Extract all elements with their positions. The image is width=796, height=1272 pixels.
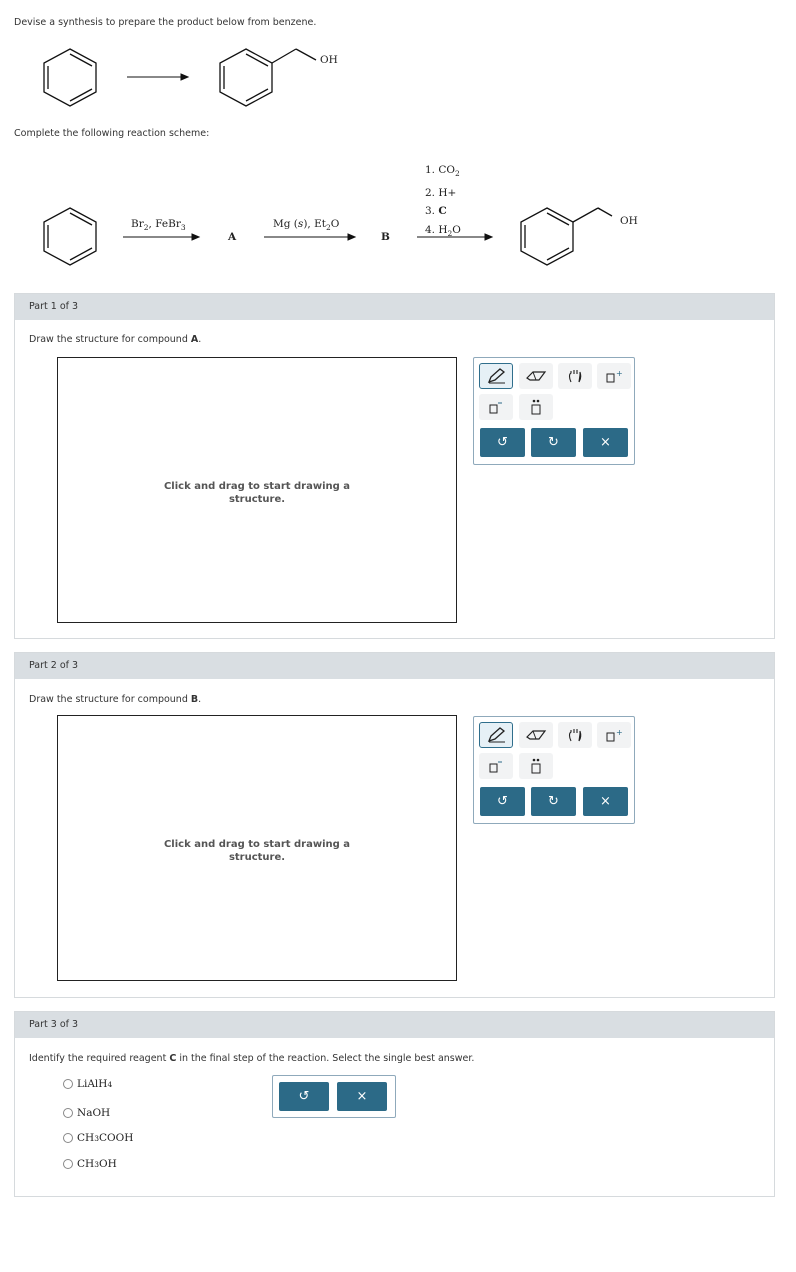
undo-icon: ↺ [497, 794, 508, 809]
step-3: 3. C [425, 205, 447, 217]
clear-button[interactable]: × [337, 1082, 387, 1111]
redo-button[interactable]: ↻ [531, 428, 576, 457]
step-4: 4. H2O [425, 223, 461, 238]
option-naoh[interactable]: NaOH [63, 1107, 110, 1119]
undo-button[interactable]: ↺ [279, 1082, 329, 1111]
eraser-icon [526, 730, 547, 740]
close-icon: × [600, 435, 611, 450]
scheme-instruction: Complete the following reaction scheme: [14, 128, 210, 139]
canvas-hint: Click and drag to start drawing a struct… [163, 839, 351, 863]
undo-icon: ↺ [497, 435, 508, 450]
undo-icon: ↺ [298, 1089, 310, 1104]
option-ch3oh[interactable]: CH 3 OH [63, 1158, 117, 1170]
minus-charge-icon [489, 402, 502, 414]
part-3-header: Part 3 of 3 [15, 1012, 774, 1038]
close-icon: × [356, 1089, 368, 1104]
hand-tool-button[interactable] [558, 722, 592, 748]
lone-pair-button[interactable] [519, 394, 553, 420]
redo-button[interactable]: ↻ [531, 787, 576, 816]
positive-charge-button[interactable]: + [597, 363, 631, 389]
minus-charge-icon [489, 761, 502, 773]
reagent-2: Mg (s), Et2O [273, 218, 340, 232]
drawing-canvas-a[interactable]: Click and drag to start drawing a struct… [57, 357, 457, 623]
scheme-product-oh: OH [620, 215, 638, 227]
part-2-panel: Part 2 of 3 Draw the structure for compo… [14, 652, 775, 998]
radio-button[interactable] [63, 1079, 73, 1089]
part-3-instruction: Identify the required reagent C in the f… [29, 1053, 475, 1064]
part-2-instruction: Draw the structure for compound B. [29, 694, 202, 705]
positive-charge-button[interactable]: + [597, 722, 631, 748]
question-prompt: Devise a synthesis to prepare the produc… [14, 17, 317, 28]
eraser-tool-button[interactable] [519, 363, 553, 389]
option-ch3cooh[interactable]: CH 3 COOH [63, 1132, 133, 1144]
hand-icon [568, 370, 582, 383]
product-tail-bond [597, 207, 613, 217]
lone-pair-button[interactable] [519, 753, 553, 779]
part-2-header: Part 2 of 3 [15, 653, 774, 679]
answer-toolbar: ↺ × [272, 1075, 396, 1118]
benzene-structure [43, 48, 97, 107]
svg-text:+: + [616, 728, 623, 737]
close-icon: × [600, 794, 611, 809]
undo-button[interactable]: ↺ [480, 787, 525, 816]
lone-pair-icon [531, 399, 541, 415]
eraser-tool-button[interactable] [519, 722, 553, 748]
option-lialh4[interactable]: LiAlH 4 [63, 1078, 112, 1090]
radio-button[interactable] [63, 1108, 73, 1118]
drawing-canvas-b[interactable]: Click and drag to start drawing a struct… [57, 715, 457, 981]
pencil-tool-button[interactable] [479, 363, 513, 389]
undo-button[interactable]: ↺ [480, 428, 525, 457]
negative-charge-button[interactable] [479, 753, 513, 779]
redo-icon: ↻ [548, 794, 559, 809]
plus-charge-icon: + [606, 369, 623, 383]
hand-icon [568, 729, 582, 742]
clear-button[interactable]: × [583, 787, 628, 816]
redo-icon: ↻ [548, 435, 559, 450]
product-oh-label: OH [320, 54, 338, 66]
reagent-1: Br2, FeBr3 [131, 218, 186, 232]
pencil-icon [487, 727, 506, 743]
canvas-hint: Click and drag to start drawing a struct… [163, 481, 351, 505]
plus-charge-icon: + [606, 728, 623, 742]
arrow [127, 73, 190, 81]
radio-button[interactable] [63, 1133, 73, 1143]
hand-tool-button[interactable] [558, 363, 592, 389]
pencil-icon [487, 368, 506, 384]
step-2: 2. H+ [425, 186, 457, 199]
radio-button[interactable] [63, 1159, 73, 1169]
step-1: 1. CO2 [425, 164, 460, 178]
product-structure [520, 207, 599, 266]
svg-text:+: + [616, 369, 623, 378]
compound-b-label: B [381, 231, 390, 243]
pencil-tool-button[interactable] [479, 722, 513, 748]
part-1-instruction: Draw the structure for compound A. [29, 334, 202, 345]
clear-button[interactable]: × [583, 428, 628, 457]
part-3-panel: Part 3 of 3 Identify the required reagen… [14, 1011, 775, 1197]
benzene-structure [43, 207, 97, 266]
drawing-toolbar-a: + ↺ ↻ × [473, 357, 635, 465]
negative-charge-button[interactable] [479, 394, 513, 420]
compound-a-label: A [228, 231, 237, 243]
part-1-panel: Part 1 of 3 Draw the structure for compo… [14, 293, 775, 639]
part-1-header: Part 1 of 3 [15, 294, 774, 320]
reagent-steps: 1. CO2 2. H+ 3. C 4. H2O [425, 161, 461, 243]
drawing-toolbar-b: + ↺ ↻ × [473, 716, 635, 824]
product-structure [219, 48, 317, 107]
eraser-icon [526, 371, 547, 381]
target-synthesis-scheme [43, 48, 317, 107]
reaction-scheme [43, 207, 600, 266]
lone-pair-icon [531, 758, 541, 774]
